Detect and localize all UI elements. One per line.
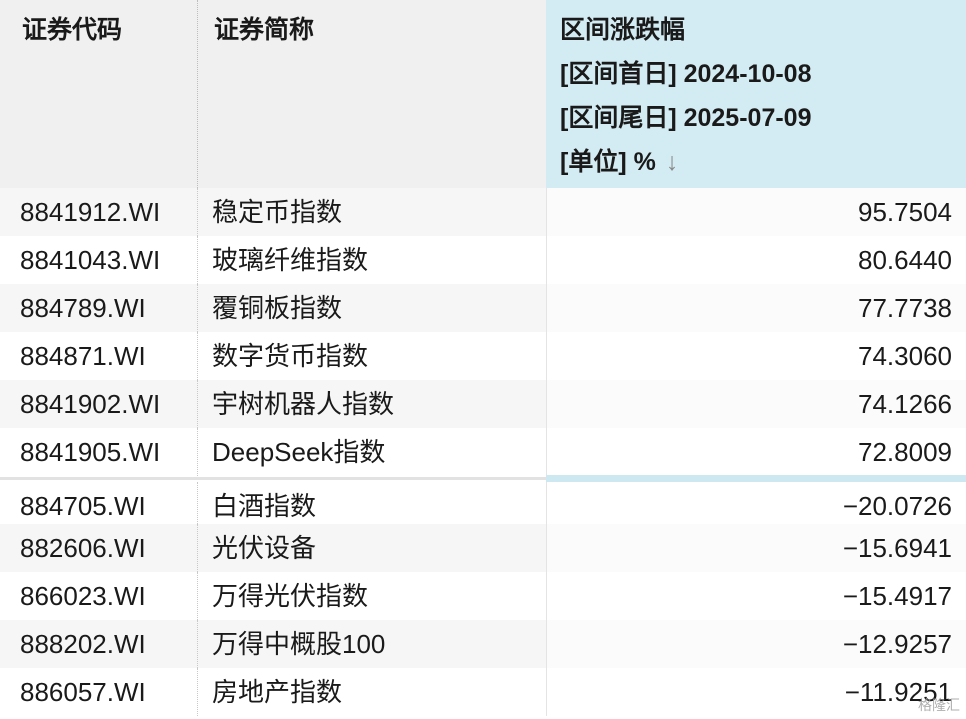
column-header-change[interactable]: 区间涨跌幅 [区间首日] 2024-10-08 [区间尾日] 2025-07-0… <box>546 0 966 188</box>
cell-name: 房地产指数 <box>212 677 343 707</box>
cell-change: −15.6941 <box>546 524 966 572</box>
cell-change: 80.6440 <box>546 236 966 284</box>
table-row[interactable]: 884789.WI 覆铜板指数 77.7738 <box>0 284 966 332</box>
cell-code: 886057.WI <box>0 668 198 716</box>
cell-name: 稳定币指数 <box>212 197 343 227</box>
cell-name: 覆铜板指数 <box>212 293 343 323</box>
table-row[interactable]: 884871.WI 数字货币指数 74.3060 <box>0 332 966 380</box>
table-row[interactable]: 882606.WI 光伏设备 −15.6941 <box>0 524 966 572</box>
group-divider-right <box>546 475 966 482</box>
cell-name: 万得中概股100 <box>212 629 386 659</box>
table-row[interactable]: 8841912.WI 稳定币指数 95.7504 <box>0 188 966 236</box>
cell-name: 白酒指数 <box>212 491 317 521</box>
watermark: 格隆汇 <box>918 697 960 713</box>
cell-code: 8841902.WI <box>0 380 198 428</box>
table-row[interactable]: 888202.WI 万得中概股100 −12.9257 <box>0 620 966 668</box>
cell-name: 数字货币指数 <box>212 341 369 371</box>
cell-code: 884705.WI <box>0 482 198 530</box>
cell-code: 8841905.WI <box>0 428 198 476</box>
data-table: 证券代码 证券简称 区间涨跌幅 [区间首日] 2024-10-08 [区间尾日]… <box>0 0 966 719</box>
column-header-name-label: 证券简称 <box>214 16 315 44</box>
table-row[interactable]: 886057.WI 房地产指数 −11.9251 <box>0 668 966 716</box>
unit-line: [单位] % ↓ <box>560 146 966 190</box>
cell-code: 882606.WI <box>0 524 198 572</box>
column-header-code-label: 证券代码 <box>22 16 123 44</box>
cell-change: −11.9251 <box>546 668 966 716</box>
cell-change: 77.7738 <box>546 284 966 332</box>
table-row[interactable]: 884705.WI 白酒指数 −20.0726 <box>0 482 966 530</box>
sort-desc-icon[interactable]: ↓ <box>666 148 679 176</box>
end-date-line: [区间尾日] 2025-07-09 <box>560 104 812 132</box>
unit-label: [单位] % <box>560 148 656 176</box>
table-row[interactable]: 8841043.WI 玻璃纤维指数 80.6440 <box>0 236 966 284</box>
cell-name: 玻璃纤维指数 <box>212 245 369 275</box>
cell-code: 8841912.WI <box>0 188 198 236</box>
cell-name: 万得光伏指数 <box>212 581 369 611</box>
group-divider-left <box>0 477 546 480</box>
cell-change: −15.4917 <box>546 572 966 620</box>
group-divider <box>0 475 966 482</box>
change-title: 区间涨跌幅 <box>560 16 686 44</box>
cell-change: −20.0726 <box>546 482 966 530</box>
cell-code: 8841043.WI <box>0 236 198 284</box>
start-date-line: [区间首日] 2024-10-08 <box>560 60 812 88</box>
table-row[interactable]: 8841902.WI 宇树机器人指数 74.1266 <box>0 380 966 428</box>
cell-change: 95.7504 <box>546 188 966 236</box>
table-row[interactable]: 8841905.WI DeepSeek指数 72.8009 <box>0 428 966 476</box>
cell-code: 884789.WI <box>0 284 198 332</box>
cell-name: DeepSeek指数 <box>212 437 386 467</box>
column-header-name[interactable]: 证券简称 <box>198 0 546 188</box>
cell-change: 74.3060 <box>546 332 966 380</box>
cell-change: 74.1266 <box>546 380 966 428</box>
table-row[interactable]: 866023.WI 万得光伏指数 −15.4917 <box>0 572 966 620</box>
column-header-code[interactable]: 证券代码 <box>0 0 198 188</box>
cell-code: 884871.WI <box>0 332 198 380</box>
cell-code: 888202.WI <box>0 620 198 668</box>
cell-name: 光伏设备 <box>212 533 317 563</box>
cell-code: 866023.WI <box>0 572 198 620</box>
cell-change: 72.8009 <box>546 428 966 476</box>
table-header: 证券代码 证券简称 区间涨跌幅 [区间首日] 2024-10-08 [区间尾日]… <box>0 0 966 188</box>
cell-change: −12.9257 <box>546 620 966 668</box>
cell-name: 宇树机器人指数 <box>212 389 395 419</box>
